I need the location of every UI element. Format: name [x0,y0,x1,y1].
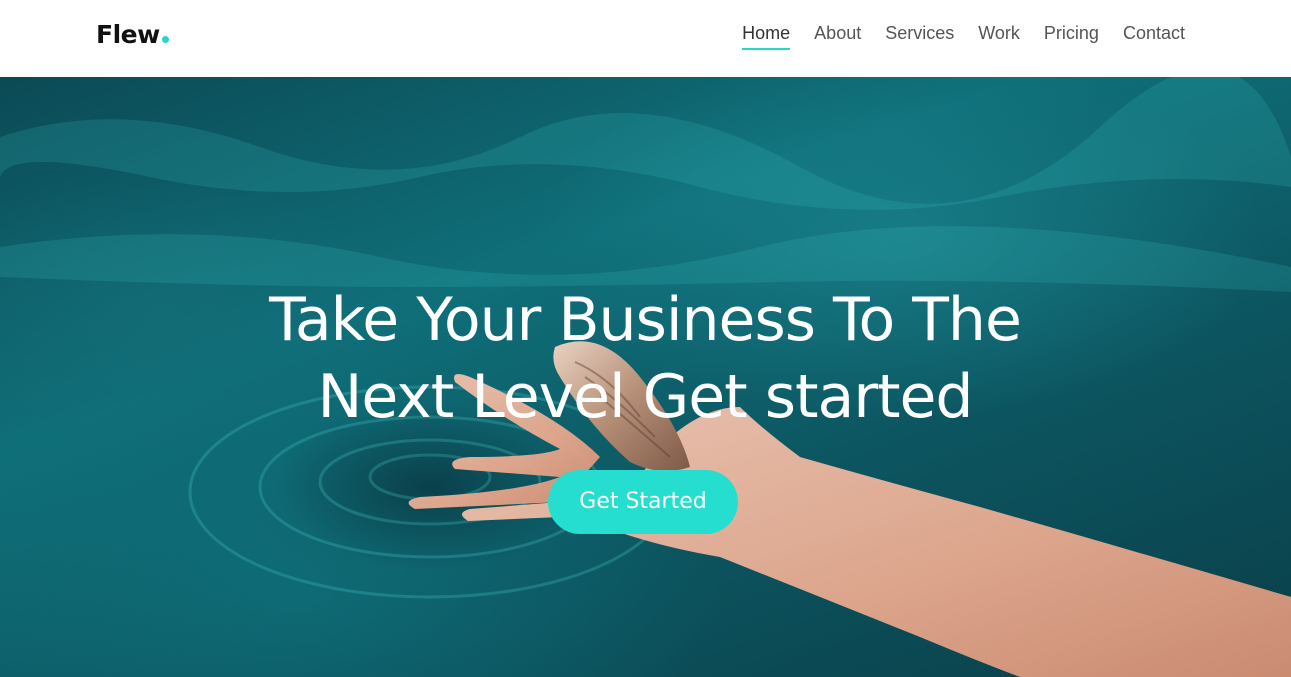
nav-link-pricing[interactable]: Pricing [1044,22,1099,48]
nav-item-services: Services [885,22,954,50]
hero-section: Take Your Business To The Next Level Get… [0,77,1291,677]
hero-title-line-2: Next Level Get started [317,362,973,432]
nav-item-about: About [814,22,861,50]
get-started-button[interactable]: Get Started [548,470,738,534]
hero-title: Take Your Business To The Next Level Get… [145,282,1145,436]
hero-content: Take Your Business To The Next Level Get… [0,77,1291,677]
nav-link-services[interactable]: Services [885,22,954,48]
nav-item-contact: Contact [1123,22,1185,50]
nav-item-pricing: Pricing [1044,22,1099,50]
nav-item-work: Work [978,22,1020,50]
brand-logo[interactable]: Flew [96,17,169,53]
nav-link-work[interactable]: Work [978,22,1020,48]
nav-menu: Home About Services Work Pricing Contact [742,22,1185,50]
navbar: Flew Home About Services Work Pricing Co… [0,0,1291,77]
nav-link-about[interactable]: About [814,22,861,48]
nav-item-home: Home [742,22,791,50]
hero-title-line-1: Take Your Business To The [269,285,1022,355]
brand-name: Flew [96,20,160,49]
brand-dot-icon [161,36,169,43]
nav-link-home[interactable]: Home [742,22,791,50]
nav-link-contact[interactable]: Contact [1123,22,1185,48]
